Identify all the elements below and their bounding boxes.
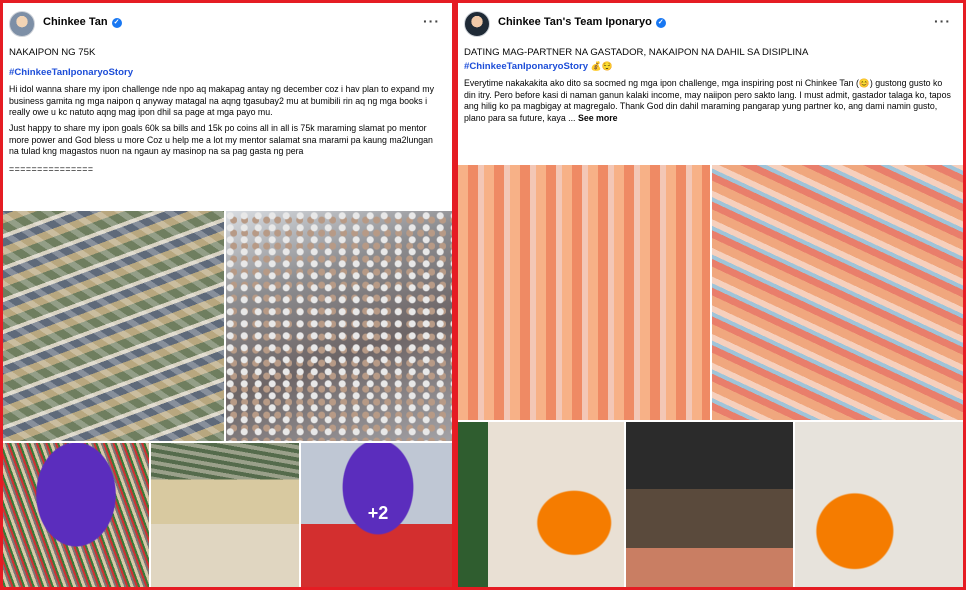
photo-spread-banknotes[interactable] bbox=[712, 165, 963, 420]
post-header: Chinkee Tan ✓ ··· bbox=[9, 11, 444, 41]
text-divider: =============== bbox=[9, 163, 94, 174]
photo-banknote-stacks[interactable] bbox=[151, 443, 299, 587]
author-name[interactable]: Chinkee Tan's Team Iponaryo ✓ bbox=[498, 16, 666, 28]
post-paragraph: Hi idol wanna share my ipon challenge nd… bbox=[9, 84, 434, 118]
author-name[interactable]: Chinkee Tan ✓ bbox=[43, 16, 122, 28]
post-text: NAKAIPON NG 75K #ChinkeeTanIponaryoStory… bbox=[9, 47, 444, 175]
post-paragraph: Just happy to share my ipon goals 60k sa… bbox=[9, 122, 433, 157]
see-more-link[interactable]: See more bbox=[578, 113, 618, 123]
verified-badge-icon: ✓ bbox=[111, 18, 122, 28]
photo-coins-pile[interactable] bbox=[226, 211, 452, 441]
author-link[interactable]: Chinkee Tan bbox=[43, 16, 108, 28]
hashtag-link[interactable]: #ChinkeeTanIponaryoStory bbox=[9, 67, 444, 79]
more-options-icon[interactable]: ··· bbox=[934, 13, 951, 29]
photo-banknotes-pile[interactable] bbox=[3, 211, 224, 441]
more-photos-count[interactable]: +2 bbox=[301, 503, 452, 524]
photo-box-of-bills[interactable] bbox=[626, 422, 793, 587]
post-title: NAKAIPON NG 75K bbox=[9, 47, 96, 58]
photo-couple-holding-money[interactable] bbox=[795, 422, 963, 587]
verified-badge-icon: ✓ bbox=[655, 18, 666, 28]
author-link[interactable]: Chinkee Tan's Team Iponaryo bbox=[498, 16, 652, 28]
post-body-text: Everytime nakakakita ako dito sa socmed … bbox=[464, 78, 951, 123]
hashtag-row: #ChinkeeTanIponaryoStory 💰😌 bbox=[464, 61, 955, 73]
avatar[interactable] bbox=[9, 11, 35, 37]
hashtag-link[interactable]: #ChinkeeTanIponaryoStory bbox=[464, 61, 588, 72]
post-right: Chinkee Tan's Team Iponaryo ✓ ··· DATING … bbox=[455, 0, 966, 590]
photo-couple-christmas-tree[interactable] bbox=[458, 422, 624, 587]
post-title: DATING MAG-PARTNER NA GASTADOR, NAKAIPON… bbox=[464, 47, 809, 58]
avatar[interactable] bbox=[464, 11, 490, 37]
photo-sorted-banknotes[interactable] bbox=[458, 165, 710, 420]
hashtag-emoji: 💰😌 bbox=[590, 60, 613, 71]
post-header: Chinkee Tan's Team Iponaryo ✓ ··· bbox=[464, 11, 955, 41]
photo-more-images[interactable]: +2 bbox=[301, 443, 452, 587]
post-text: DATING MAG-PARTNER NA GASTADOR, NAKAIPON… bbox=[464, 47, 955, 129]
photo-piggy-bank[interactable] bbox=[3, 443, 149, 587]
more-options-icon[interactable]: ··· bbox=[423, 13, 440, 29]
post-paragraph: Everytime nakakakita ako dito sa socmed … bbox=[464, 78, 955, 124]
post-left: Chinkee Tan ✓ ··· NAKAIPON NG 75K #Chinke… bbox=[0, 0, 455, 590]
